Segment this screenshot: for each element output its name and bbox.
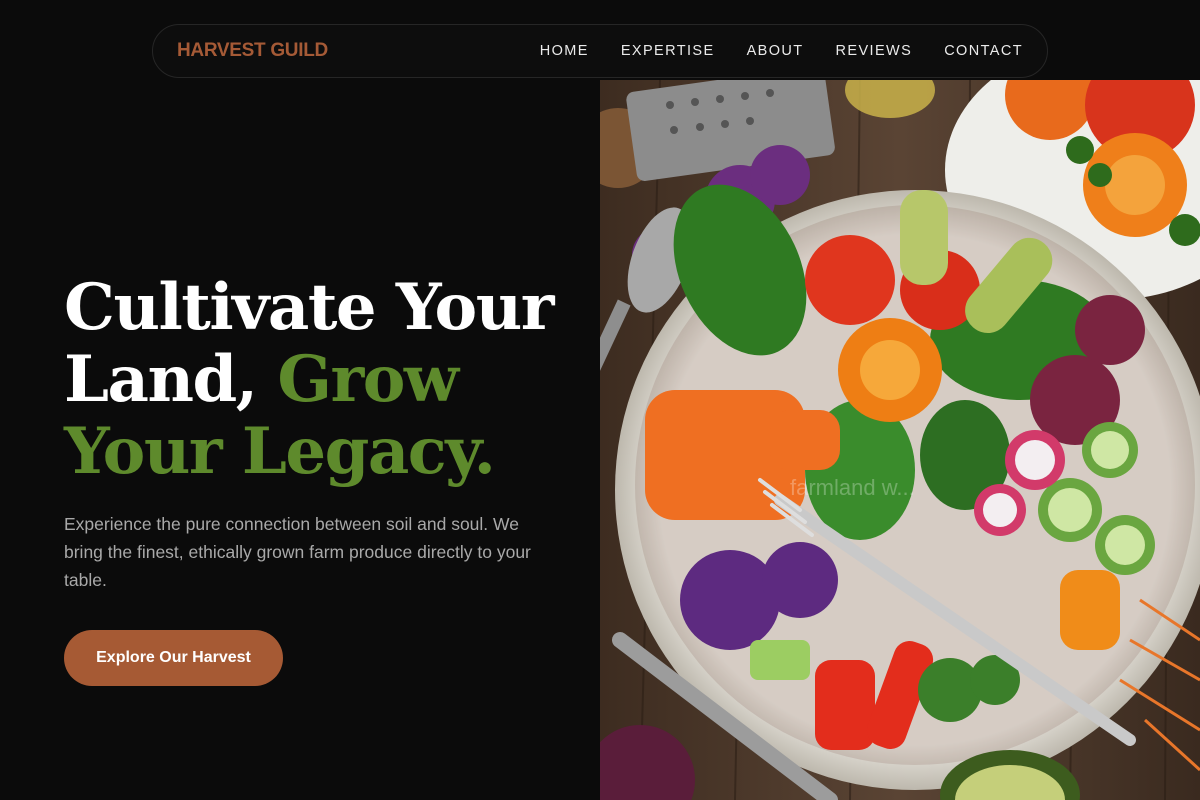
nav-item-contact[interactable]: CONTACT (944, 43, 1023, 59)
brand-logo[interactable]: HARVEST GUILD (177, 40, 328, 62)
navbar: HARVEST GUILD HOME EXPERTISE ABOUT REVIE… (152, 24, 1048, 78)
hero-headline: Cultivate Your Land, Grow Your Legacy. (64, 272, 564, 488)
hero-text: Cultivate Your Land, Grow Your Legacy. E… (64, 272, 564, 594)
nav-item-expertise[interactable]: EXPERTISE (621, 43, 715, 59)
nav-links: HOME EXPERTISE ABOUT REVIEWS CONTACT (540, 43, 1023, 59)
nav-item-reviews[interactable]: REVIEWS (836, 43, 913, 59)
explore-harvest-button[interactable]: Explore Our Harvest (64, 630, 283, 686)
photo-watermark: farmland w... (790, 475, 915, 500)
hero-description: Experience the pure connection between s… (64, 514, 531, 590)
salad-illustration: farmland w... (600, 80, 1200, 800)
nav-item-about[interactable]: ABOUT (747, 43, 804, 59)
salad-bowl-photo: farmland w... (600, 80, 1200, 800)
nav-item-home[interactable]: HOME (540, 43, 589, 59)
